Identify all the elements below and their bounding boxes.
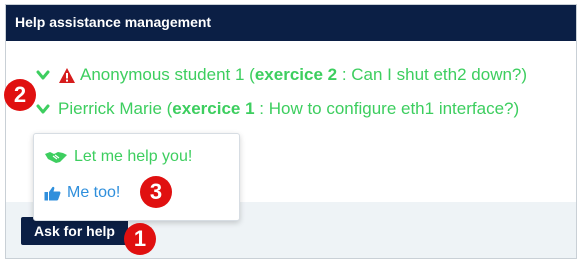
student-name: Anonymous student 1	[80, 65, 245, 84]
colon-separator: :	[254, 99, 269, 118]
student-name: Pierrick Marie	[58, 99, 162, 118]
open-paren: (	[161, 99, 173, 118]
me-too-label: Me too!	[67, 184, 121, 201]
me-too-button[interactable]: Me too!	[44, 181, 120, 205]
question-text: Can I shut eth2 down?	[351, 65, 522, 84]
let-me-help-label: Let me help you!	[74, 148, 193, 165]
let-me-help-button[interactable]: Let me help you!	[44, 145, 192, 169]
help-request-row[interactable]: Pierrick Marie ( exercice 1 : How to con…	[36, 96, 519, 122]
handshake-icon	[45, 152, 67, 163]
annotation-badge-1: 1	[124, 223, 156, 255]
open-paren: (	[244, 65, 255, 84]
help-options-popup: Let me help you! Me too!	[33, 133, 240, 221]
annotation-badge-2: 2	[4, 79, 36, 111]
chevron-down-icon[interactable]	[36, 68, 50, 82]
help-request-row[interactable]: Anonymous student 1 ( exercice 2 : Can I…	[36, 62, 527, 88]
panel-title: Help assistance management	[15, 14, 212, 30]
annotation-badge-3: 3	[140, 176, 172, 208]
colon-separator: :	[337, 65, 352, 84]
exercise-name: exercice 1	[172, 99, 255, 118]
exercise-name: exercice 2	[254, 65, 338, 84]
question-text: How to configure eth1 interface?	[268, 99, 514, 118]
panel-header: Help assistance management	[6, 5, 576, 41]
ask-for-help-button[interactable]: Ask for help	[21, 217, 128, 245]
warning-icon	[59, 67, 75, 83]
close-paren: )	[521, 65, 528, 84]
close-paren: )	[513, 99, 520, 118]
thumbs-up-icon	[44, 186, 61, 200]
chevron-down-icon[interactable]	[36, 102, 50, 116]
